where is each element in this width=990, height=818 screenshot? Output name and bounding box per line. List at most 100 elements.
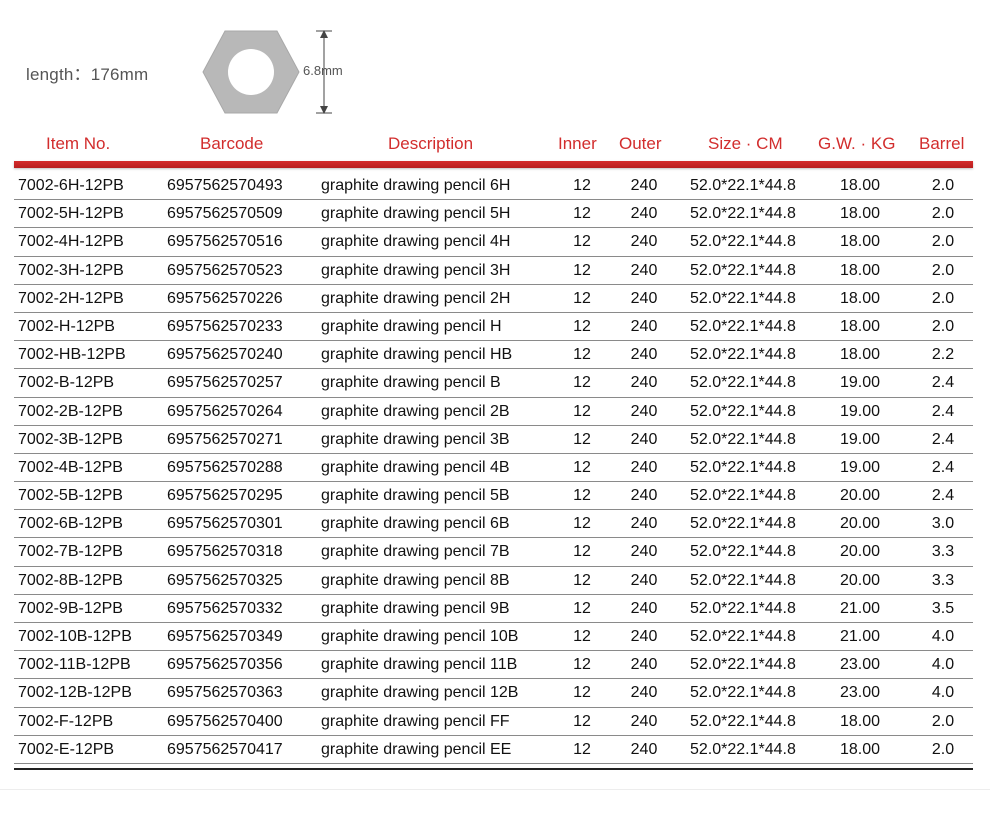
item-number-cell: 7002-3H-12PB [18,261,124,279]
item-number-cell: 7002-H-12PB [18,317,115,335]
table-row: 7002-B-12PB 6957562570257 graphite drawing… [14,369,973,398]
inner-qty-cell: 12 [573,374,591,392]
carton-size-cell: 52.0*22.1*44.8 [690,261,796,279]
barcode-cell: 6957562570288 [167,458,283,476]
barcode-cell: 6957562570264 [167,402,283,420]
table-row: 7002-4H-12PB 6957562570516 graphite drawin… [14,228,973,257]
gross-weight-cell: 21.00 [839,628,881,645]
barrel-cell: 2.0 [931,740,955,758]
barrel-cell: 3.0 [931,515,955,533]
outer-qty-cell: 240 [630,177,658,194]
carton-size-cell: 52.0*22.1*44.8 [690,430,796,448]
outer-qty-cell: 240 [630,628,658,645]
description-cell: graphite drawing pencil 5B [321,487,510,505]
item-number-cell: 7002-E-12PB [18,740,115,758]
inner-qty-cell: 12 [573,317,591,335]
gross-weight-cell: 23.00 [839,684,881,702]
item-number-cell: 7002-5B-12PB [18,487,123,505]
table-row: 7002-2B-12PB 6957562570264 graphite drawin… [14,398,973,426]
description-cell: graphite drawing pencil H [321,317,502,335]
gross-weight-cell: 20.00 [839,515,881,533]
description-cell: graphite drawing pencil FF [321,712,510,730]
inner-qty-cell: 12 [573,712,591,730]
table-row: 7002-12B-12PB 6957562570363 graphite drawi… [14,679,973,708]
outer-qty-cell: 240 [630,599,658,617]
barcode-cell: 6957562570493 [167,177,283,194]
barcode-cell: 6957562570271 [167,430,283,448]
outer-qty-cell: 240 [630,430,658,448]
pencil-width-label: 6.8mm [303,63,343,78]
description-cell: graphite drawing pencil EE [321,740,512,758]
table-row: 7002-3B-12PB 6957562570271 graphite drawin… [14,426,973,454]
description-cell: graphite drawing pencil 3H [321,261,511,279]
barrel-cell: 2.4 [931,374,955,392]
gross-weight-cell: 19.00 [839,374,881,392]
description-cell: graphite drawing pencil 4H [321,233,511,251]
barcode-cell: 6957562570257 [167,374,283,392]
barrel-cell: 2.0 [931,177,955,194]
header-barrel: Barrel [919,134,965,153]
carton-size-cell: 52.0*22.1*44.8 [690,571,796,589]
header-gross-weight: G.W. · KG [818,134,896,153]
barcode-cell: 6957562570509 [167,205,283,223]
table-row: 7002-8B-12PB 6957562570325 graphite drawin… [14,567,973,595]
item-number-cell: 7002-7B-12PB [18,543,123,561]
inner-qty-cell: 12 [573,205,591,223]
table-row: 7002-3H-12PB 6957562570523 graphite drawin… [14,257,973,285]
outer-qty-cell: 240 [630,261,658,279]
inner-qty-cell: 12 [573,515,591,533]
barrel-cell: 2.4 [931,487,955,505]
item-number-cell: 7002-12B-12PB [18,684,132,702]
outer-qty-cell: 240 [630,374,658,392]
item-number-cell: 7002-F-12PB [18,712,114,730]
header-description: Description [388,134,474,153]
outer-qty-cell: 240 [630,205,658,223]
item-number-cell: 7002-4H-12PB [18,233,124,251]
table-row: 7002-5H-12PB 6957562570509 graphite drawin… [14,200,973,229]
table-row: 7002-2H-12PB 6957562570226 graphite drawin… [14,285,973,313]
outer-qty-cell: 240 [630,346,658,364]
barrel-cell: 4.0 [931,656,955,674]
inner-qty-cell: 12 [573,458,591,476]
gross-weight-cell: 18.00 [839,740,881,758]
table-row: 7002-5B-12PB 6957562570295 graphite drawin… [14,482,973,511]
hexagon-pencil-cross-section-icon: 6.8mm [200,28,360,118]
barrel-cell: 4.0 [931,628,955,645]
gross-weight-cell: 19.00 [839,430,881,448]
outer-qty-cell: 240 [630,571,658,589]
header-outer: Outer [619,134,662,153]
description-cell: graphite drawing pencil 9B [321,599,510,617]
item-number-cell: 7002-HB-12PB [18,346,126,364]
description-cell: graphite drawing pencil 5H [321,205,511,223]
carton-size-cell: 52.0*22.1*44.8 [690,233,796,251]
description-cell: graphite drawing pencil B [321,374,501,392]
description-cell: graphite drawing pencil 12B [321,684,519,702]
barrel-cell: 3.3 [931,543,955,561]
table-header: Item No. Barcode Description Inner Outer… [0,134,990,158]
carton-size-cell: 52.0*22.1*44.8 [690,289,796,307]
carton-size-cell: 52.0*22.1*44.8 [690,628,796,645]
table-row: 7002-F-12PB 6957562570400 graphite drawing… [14,708,973,736]
barcode-cell: 6957562570301 [167,515,283,533]
barrel-cell: 2.4 [931,402,955,420]
barrel-cell: 2.0 [931,233,955,251]
barrel-cell: 4.0 [931,684,955,702]
item-number-cell: 7002-8B-12PB [18,571,123,589]
carton-size-cell: 52.0*22.1*44.8 [690,346,796,364]
barrel-cell: 2.0 [931,261,955,279]
barrel-cell: 2.0 [931,205,955,223]
header-item-no: Item No. [46,134,111,153]
gross-weight-cell: 20.00 [839,571,881,589]
inner-qty-cell: 12 [573,430,591,448]
outer-qty-cell: 240 [630,317,658,335]
description-cell: graphite drawing pencil 6B [321,515,510,533]
inner-qty-cell: 12 [573,656,591,674]
outer-qty-cell: 240 [630,487,658,505]
table-row: 7002-HB-12PB 6957562570240 graphite drawin… [14,341,973,370]
barcode-cell: 6957562570349 [167,628,283,645]
barcode-cell: 6957562570363 [167,684,283,702]
inner-qty-cell: 12 [573,628,591,645]
carton-size-cell: 52.0*22.1*44.8 [690,684,796,702]
description-cell: graphite drawing pencil 7B [321,543,510,561]
inner-qty-cell: 12 [573,571,591,589]
